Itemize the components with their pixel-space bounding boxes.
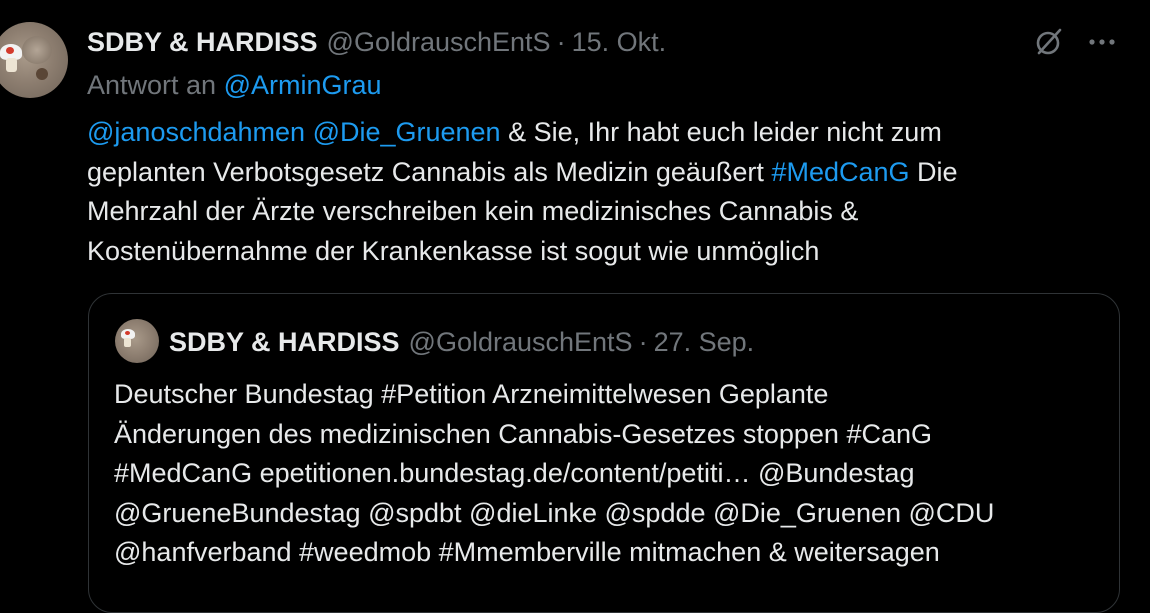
- mention-link[interactable]: @Die_Gruenen: [313, 117, 501, 147]
- text-segment: Die: [909, 156, 958, 187]
- quoted-author-display-name: SDBY & HARDISS: [169, 326, 400, 357]
- more-options-icon[interactable]: [1086, 30, 1118, 54]
- quoted-tweet-text: Deutscher Bundestag #Petition Arzneimitt…: [114, 375, 1104, 573]
- tweet-date[interactable]: 15. Okt.: [572, 27, 667, 58]
- quoted-text-line: Deutscher Bundestag #Petition Arzneimitt…: [114, 379, 829, 409]
- text-segment: & Sie, Ihr habt euch leider nicht zum: [500, 117, 942, 147]
- tweet-text: @janoschdahmen @Die_Gruenen & Sie, Ihr h…: [87, 113, 1097, 271]
- quoted-author-avatar: [115, 319, 159, 363]
- quoted-header-separator: ·: [638, 326, 648, 357]
- quoted-text-line: Änderungen des medizinischen Cannabis-Ge…: [114, 418, 933, 449]
- author-handle[interactable]: @GoldrauschEntS: [327, 27, 551, 58]
- quoted-text-line: #MedCanG epetitionen.bundestag.de/conten…: [114, 458, 915, 488]
- quoted-tweet-date: 27. Sep.: [653, 326, 755, 357]
- tweet-text-line: geplanten Verbotsgesetz Cannabis als Med…: [87, 153, 1097, 193]
- quoted-author-handle: @GoldrauschEntS: [408, 326, 633, 357]
- quoted-text-line: @GrueneBundestag @spdbt @dieLinke @spdde…: [114, 497, 995, 528]
- header-separator: ·: [556, 26, 566, 57]
- text-segment: geplanten Verbotsgesetz Cannabis als Med…: [87, 156, 772, 187]
- hashtag-link[interactable]: #MedCanG: [771, 157, 909, 187]
- tweet-header: SDBY & HARDISS @GoldrauschEntS · 15. Okt…: [87, 24, 666, 60]
- tweet-text-line: Mehrzahl der Ärzte verschreiben kein med…: [87, 196, 859, 226]
- mention-link[interactable]: @janoschdahmen: [87, 117, 305, 147]
- tweet-text-line: Kostenübernahme der Krankenkasse ist sog…: [87, 235, 820, 266]
- quoted-tweet[interactable]: SDBY & HARDISS @GoldrauschEntS · 27. Sep…: [88, 293, 1120, 613]
- author-avatar[interactable]: [0, 22, 68, 98]
- tweet-text-line: @janoschdahmen @Die_Gruenen & Sie, Ihr h…: [87, 113, 1097, 153]
- reply-prefix: Antwort an: [87, 70, 217, 100]
- quoted-text-line: @hanfverband #weedmob #Mmemberville mitm…: [114, 537, 940, 567]
- grok-icon[interactable]: [1033, 26, 1065, 58]
- quoted-tweet-header: SDBY & HARDISS @GoldrauschEntS · 27. Sep…: [169, 324, 754, 360]
- author-display-name[interactable]: SDBY & HARDISS: [87, 27, 318, 58]
- reply-to-mention[interactable]: @ArminGrau: [224, 70, 382, 100]
- reply-context: Antwort an @ArminGrau: [87, 70, 382, 101]
- tweet[interactable]: SDBY & HARDISS @GoldrauschEntS · 15. Okt…: [0, 0, 1150, 613]
